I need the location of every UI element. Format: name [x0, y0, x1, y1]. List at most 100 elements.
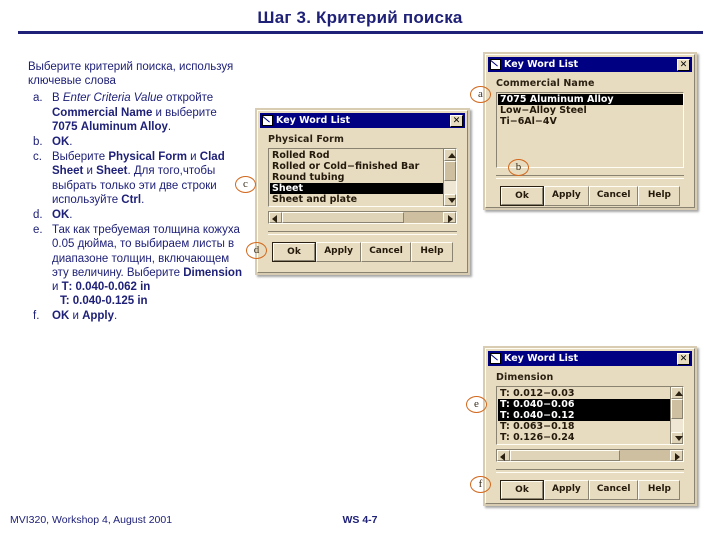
scroll-down-icon[interactable] [444, 194, 456, 206]
dialog-title: Key Word List [504, 59, 579, 70]
step-text-e: Так как требуемая толщина кожуха 0.05 дю… [52, 224, 242, 308]
list-item[interactable]: Round tubing [270, 172, 443, 183]
scroll-right-icon[interactable] [443, 212, 456, 223]
dialog-button-row: Ok Apply Cancel Help [496, 473, 684, 500]
dialog-key-word-list-physical-form[interactable]: Key Word List ✕ Physical Form Rolled Rod… [255, 108, 470, 275]
scrollbar-track[interactable] [444, 181, 456, 194]
ok-button[interactable]: Ok [501, 187, 543, 205]
horizontal-scrollbar[interactable] [268, 211, 457, 224]
window-icon [490, 59, 501, 70]
listbox-wrapper[interactable]: T: 0.012−0.03 T: 0.040−0.06 T: 0.040−0.1… [496, 386, 684, 445]
dialog-body: Physical Form Rolled Rod Rolled or Cold−… [260, 128, 465, 262]
apply-button[interactable]: Apply [544, 186, 589, 206]
step-marker-b: b. [33, 136, 43, 149]
list-item: a. В Enter Criteria Value откройте Comme… [28, 91, 243, 134]
scrollbar-thumb[interactable] [282, 212, 404, 223]
step-text-a: В Enter Criteria Value откройте Commerci… [52, 92, 217, 133]
list-item[interactable]: Rolled or Cold−finished Bar [270, 161, 443, 172]
ok-button[interactable]: Ok [273, 243, 315, 261]
close-icon[interactable]: ✕ [450, 114, 463, 127]
listbox-commercial-name[interactable]: 7075 Aluminum Alloy Low−Alloy Steel Ti−6… [497, 93, 683, 167]
dialog-titlebar[interactable]: Key Word List ✕ [260, 113, 465, 128]
scroll-down-icon[interactable] [671, 432, 683, 444]
dialog-title: Key Word List [504, 353, 579, 364]
step-marker-c: c. [33, 151, 42, 164]
list-item[interactable]: T: 0.040−0.06 [498, 399, 670, 410]
step-marker-f: f. [33, 310, 40, 323]
scroll-right-icon[interactable] [670, 450, 683, 461]
dialog-button-row: Ok Apply Cancel Help [268, 235, 457, 262]
close-icon[interactable]: ✕ [677, 352, 690, 365]
scroll-up-icon[interactable] [444, 149, 456, 161]
scroll-up-icon[interactable] [671, 387, 683, 399]
list-item[interactable]: T: 0.126−0.24 [498, 432, 670, 443]
help-button[interactable]: Help [410, 242, 453, 262]
dialog-titlebar[interactable]: Key Word List ✕ [488, 57, 692, 72]
scrollbar-track[interactable] [671, 419, 683, 432]
scrollbar-track[interactable] [620, 450, 670, 461]
intro-text: Выберите критерий поиска, используя ключ… [28, 61, 234, 88]
callout-a: a [470, 86, 491, 103]
help-button[interactable]: Help [638, 186, 681, 206]
dialog-titlebar[interactable]: Key Word List ✕ [488, 351, 692, 366]
dialog-body: Commercial Name 7075 Aluminum Alloy Low−… [488, 72, 692, 206]
page-title: Шаг 3. Критерий поиска [257, 8, 463, 27]
scrollbar-thumb[interactable] [510, 450, 620, 461]
cancel-button[interactable]: Cancel [588, 186, 639, 206]
dialog-inner-frame: Key Word List ✕ Dimension T: 0.012−0.03 … [485, 348, 695, 504]
dialog-inner-frame: Key Word List ✕ Commercial Name 7075 Alu… [485, 54, 695, 208]
callout-d: d [246, 242, 267, 259]
list-item[interactable]: Sheet and plate [270, 194, 443, 205]
title-divider [18, 31, 703, 34]
cancel-button[interactable]: Cancel [361, 242, 411, 262]
list-item: d. OK. [28, 208, 243, 222]
horizontal-scrollbar[interactable] [496, 449, 684, 462]
ok-button[interactable]: Ok [501, 481, 543, 499]
step-marker-e: e. [33, 224, 43, 237]
list-item[interactable]: T: 0.063−0.18 [498, 421, 670, 432]
listbox-dimension[interactable]: T: 0.012−0.03 T: 0.040−0.06 T: 0.040−0.1… [497, 387, 670, 444]
list-item: c. Выберите Physical Form и Clad Sheet и… [28, 150, 243, 207]
scroll-left-icon[interactable] [269, 212, 282, 223]
list-item[interactable]: Low−Alloy Steel [498, 105, 683, 116]
dialog-body: Dimension T: 0.012−0.03 T: 0.040−0.06 T:… [488, 366, 692, 500]
listbox-physical-form[interactable]: Rolled Rod Rolled or Cold−finished Bar R… [269, 149, 443, 206]
vertical-scrollbar[interactable] [670, 387, 683, 444]
list-item[interactable]: 7075 Aluminum Alloy [498, 94, 683, 105]
list-item[interactable]: Sheet [270, 183, 443, 194]
scrollbar-thumb[interactable] [444, 161, 456, 181]
apply-button[interactable]: Apply [544, 480, 589, 500]
help-button[interactable]: Help [638, 480, 681, 500]
list-item: f. OK и Apply. [28, 309, 243, 323]
field-label-physical-form: Physical Form [268, 134, 344, 145]
close-icon[interactable]: ✕ [677, 58, 690, 71]
window-icon [490, 353, 501, 364]
dialog-inner-frame: Key Word List ✕ Physical Form Rolled Rod… [257, 110, 468, 273]
scrollbar-track[interactable] [404, 212, 443, 223]
dialog-key-word-list-dimension[interactable]: Key Word List ✕ Dimension T: 0.012−0.03 … [483, 346, 697, 506]
step-text-c: Выберите Physical Form и Clad Sheet и Sh… [52, 151, 225, 206]
window-icon [262, 115, 273, 126]
list-item[interactable]: Ti−6Al−4V [498, 116, 683, 127]
listbox-wrapper[interactable]: Rolled Rod Rolled or Cold−finished Bar R… [268, 148, 457, 207]
callout-b: b [508, 159, 529, 176]
step-list: a. В Enter Criteria Value откройте Comme… [28, 91, 243, 323]
list-item: b. OK. [28, 135, 243, 149]
dialog-key-word-list-commercial[interactable]: Key Word List ✕ Commercial Name 7075 Alu… [483, 52, 697, 210]
cancel-button[interactable]: Cancel [588, 480, 639, 500]
vertical-scrollbar[interactable] [443, 149, 456, 206]
list-item[interactable]: T: 0.040−0.12 [498, 410, 670, 421]
apply-button[interactable]: Apply [316, 242, 361, 262]
list-item[interactable]: Rolled Rod [270, 150, 443, 161]
callout-c: c [235, 176, 256, 193]
step-text-d: OK. [52, 209, 73, 222]
list-item[interactable]: T: 0.012−0.03 [498, 388, 670, 399]
field-label-commercial-name: Commercial Name [496, 78, 595, 89]
step-text-f: OK и Apply. [52, 310, 118, 323]
callout-e: e [466, 396, 487, 413]
listbox-wrapper[interactable]: 7075 Aluminum Alloy Low−Alloy Steel Ti−6… [496, 92, 684, 168]
instruction-panel: Выберите критерий поиска, используя ключ… [28, 60, 243, 325]
callout-f: f [470, 476, 491, 493]
scrollbar-thumb[interactable] [671, 399, 683, 419]
scroll-left-icon[interactable] [497, 450, 510, 461]
